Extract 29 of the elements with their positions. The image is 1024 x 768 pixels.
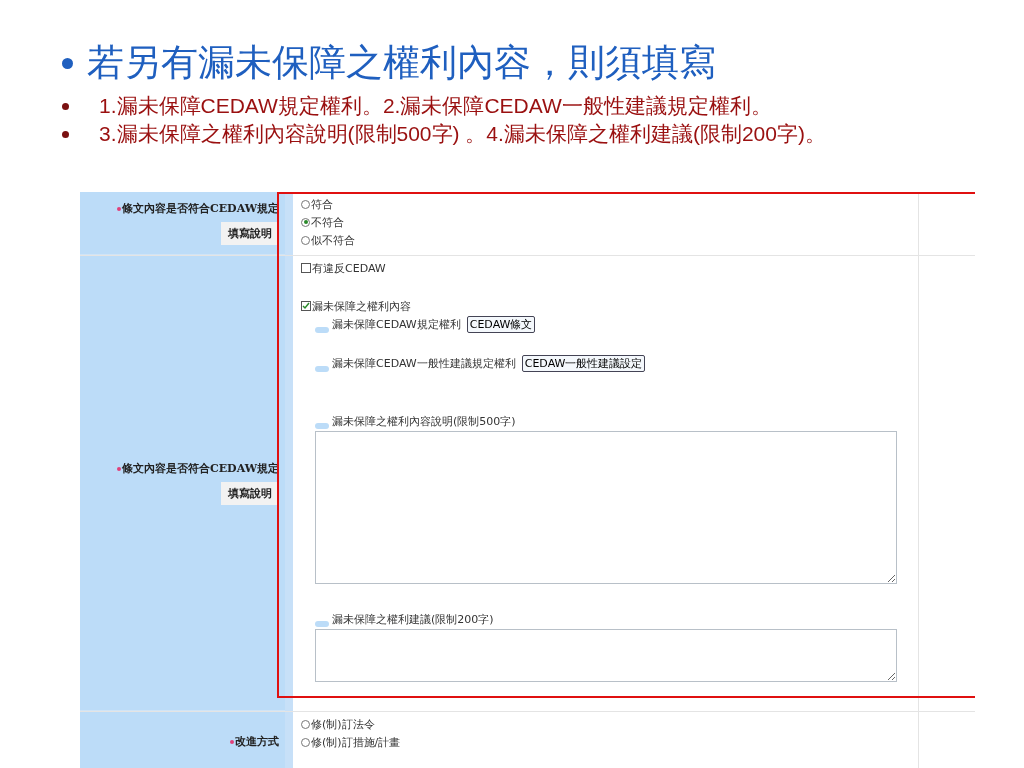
bullet-icon <box>62 131 69 138</box>
bullet-text: 1.漏未保障CEDAW規定權利。2.漏未保障CEDAW一般性建議規定權利。 <box>99 94 772 118</box>
checkbox[interactable] <box>301 301 311 311</box>
option-label: 修(制)訂法令 <box>311 716 375 732</box>
tab-marker-icon <box>315 423 329 429</box>
checkbox[interactable] <box>301 263 311 273</box>
checkbox-label: 有違反CEDAW <box>312 260 386 276</box>
select-button[interactable]: CEDAW一般性建議設定 <box>521 355 646 372</box>
tab-marker-icon <box>315 327 329 333</box>
bullet-icon <box>62 57 73 69</box>
textarea-label: 漏未保障之權利建議(限制200字) <box>332 612 494 627</box>
textarea-label: 漏未保障之權利內容說明(限制500字) <box>332 414 516 429</box>
text-area[interactable] <box>315 629 897 682</box>
help-button[interactable]: 填寫說明 <box>221 482 279 505</box>
item-label: 漏未保障CEDAW規定權利 <box>332 317 461 332</box>
bullet-text: 3.漏未保障之權利內容說明(限制500字) 。4.漏未保障之權利建議(限制200字)。 <box>99 122 826 146</box>
field-label: 改進方式 <box>235 734 279 749</box>
select-button[interactable]: CEDAW條文 <box>466 316 536 333</box>
option-label: 符合 <box>311 196 333 212</box>
bullet-icon <box>62 103 69 110</box>
option-label: 不符合 <box>311 214 344 230</box>
option-label: 修(制)訂措施/計畫 <box>311 734 401 750</box>
tab-marker-icon <box>315 366 329 372</box>
option-label: 似不符合 <box>311 232 355 248</box>
slide-title: 若另有漏未保障之權利內容，則須填寫 <box>87 41 716 85</box>
item-label: 漏未保障CEDAW一般性建議規定權利 <box>332 356 516 371</box>
checkbox-label: 漏未保障之權利內容 <box>312 298 411 314</box>
tab-marker-icon <box>315 621 329 627</box>
help-button[interactable]: 填寫說明 <box>221 222 279 245</box>
